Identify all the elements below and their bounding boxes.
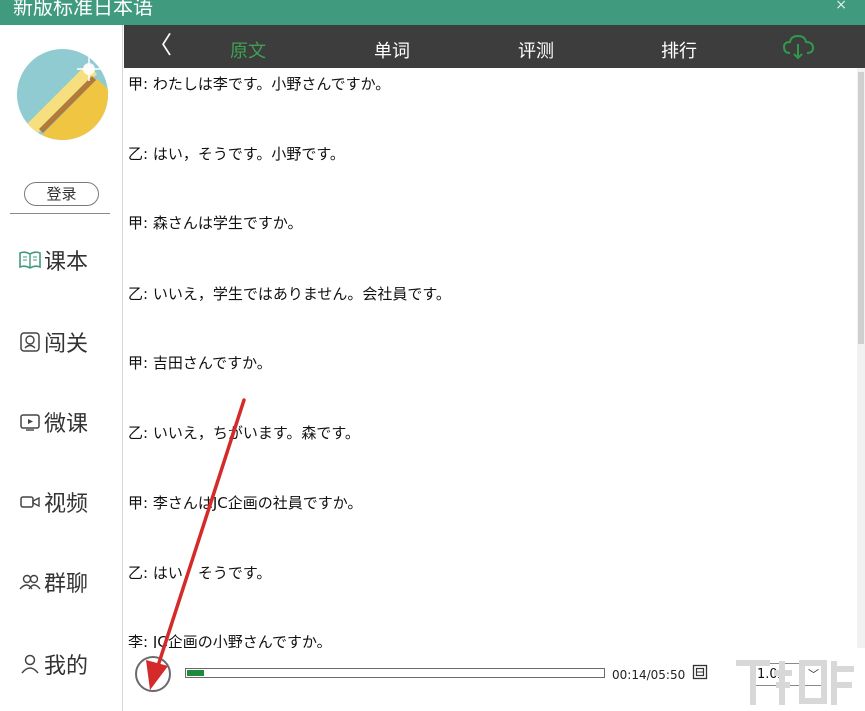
book-icon bbox=[18, 248, 42, 272]
scrollbar-thumb[interactable] bbox=[858, 72, 864, 344]
sidebar-item-challenge[interactable]: 闯关 bbox=[18, 325, 118, 359]
badge-icon bbox=[18, 330, 42, 354]
pause-button[interactable] bbox=[135, 656, 171, 692]
app-window: 新版标准日本语 × 登录 课本 闯关 微课 视频 群聊 我的 〈 原文 单词 评… bbox=[0, 0, 865, 711]
camera-icon bbox=[18, 490, 42, 514]
close-button[interactable]: × bbox=[835, 0, 847, 13]
video-screen-icon bbox=[18, 410, 42, 434]
tab-words[interactable]: 单词 bbox=[374, 37, 410, 63]
tab-ranking[interactable]: 排行 bbox=[661, 37, 697, 63]
dialogue-line: 甲: 吉田さんですか。 bbox=[128, 354, 272, 372]
group-icon bbox=[18, 570, 42, 594]
watermark-logo bbox=[736, 660, 854, 705]
sidebar-item-label: 视频 bbox=[44, 492, 89, 517]
dialogue-line: 甲: 李さんはJC企画の社員ですか。 bbox=[128, 494, 363, 512]
dialogue-text-area: 甲: わたしは李です。小野さんですか。 乙: はい，そうです。小野です。 甲: … bbox=[124, 68, 857, 648]
dialogue-line: 乙: はい，そうです。小野です。 bbox=[128, 145, 345, 163]
sidebar-item-label: 我的 bbox=[44, 654, 89, 679]
vertical-scrollbar[interactable] bbox=[857, 68, 865, 648]
avatar-image bbox=[17, 49, 108, 140]
progress-fill bbox=[187, 670, 204, 676]
dialogue-line: 李: JC企画の小野さんですか。 bbox=[128, 633, 332, 648]
sidebar-item-label: 微课 bbox=[44, 412, 89, 437]
avatar[interactable] bbox=[17, 49, 108, 140]
dialogue-line: 乙: いいえ，ちがいます。森です。 bbox=[128, 424, 360, 442]
title-bar: 新版标准日本语 × bbox=[0, 0, 865, 25]
sidebar-item-textbook[interactable]: 课本 bbox=[18, 243, 118, 277]
dialogue-line: 甲: 森さんは学生ですか。 bbox=[128, 214, 303, 232]
sidebar-item-video[interactable]: 视频 bbox=[18, 485, 118, 519]
back-button[interactable]: 〈 bbox=[148, 33, 172, 59]
sidebar-item-microlesson[interactable]: 微课 bbox=[18, 405, 118, 439]
sidebar-divider bbox=[10, 213, 110, 214]
sidebar-item-label: 课本 bbox=[44, 250, 89, 275]
dialogue-line: 乙: いいえ，学生ではありません。会社員です。 bbox=[128, 285, 451, 303]
dialogue-line: 甲: わたしは李です。小野さんですか。 bbox=[128, 75, 391, 93]
window-title: 新版标准日本语 bbox=[13, 0, 153, 19]
sidebar-item-label: 闯关 bbox=[44, 332, 89, 357]
playback-time: 00:14/05:50 bbox=[612, 668, 686, 682]
tab-original-text[interactable]: 原文 bbox=[230, 37, 266, 63]
login-button[interactable]: 登录 bbox=[24, 182, 99, 206]
tab-evaluation[interactable]: 评测 bbox=[518, 37, 554, 63]
sidebar-item-groupchat[interactable]: 群聊 bbox=[18, 565, 118, 599]
sidebar-item-label: 群聊 bbox=[44, 572, 89, 597]
sidebar: 登录 课本 闯关 微课 视频 群聊 我的 bbox=[0, 25, 123, 711]
person-icon bbox=[18, 652, 42, 676]
tab-bar: 〈 原文 单词 评测 排行 bbox=[124, 25, 865, 68]
dialogue-line: 乙: はい，そうです。 bbox=[128, 564, 272, 582]
audio-progress-bar[interactable] bbox=[185, 668, 605, 678]
pause-icon bbox=[149, 668, 151, 681]
repeat-icon[interactable] bbox=[692, 664, 708, 680]
cloud-download-icon[interactable] bbox=[782, 33, 816, 61]
sidebar-item-profile[interactable]: 我的 bbox=[18, 647, 118, 681]
